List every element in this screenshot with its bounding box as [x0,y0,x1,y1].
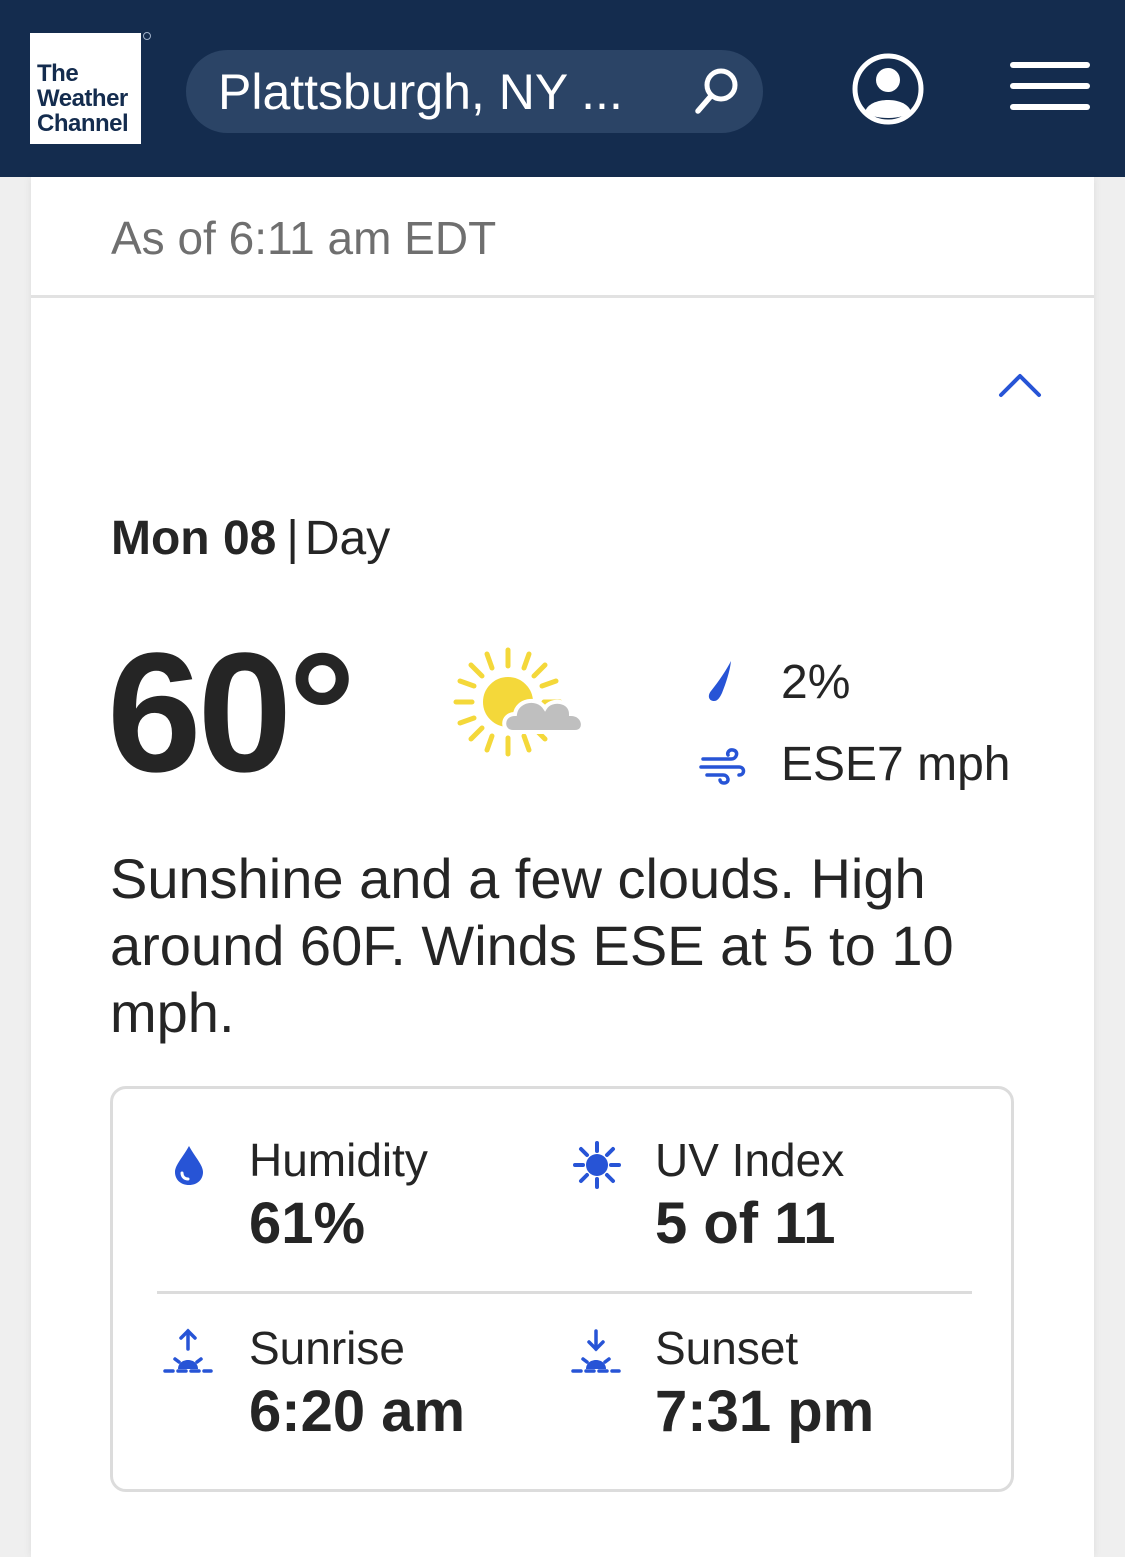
forecast-narrative: Sunshine and a few clouds. High around 6… [110,847,954,1044]
day-period: Day [304,512,391,565]
humidity-label: Humidity [249,1134,428,1186]
details-table: Humidity 61% UV Index 5 of 11 Sunrise 6:… [110,1086,1014,1492]
sun-with-clouds-icon [453,647,585,757]
wind-speed: ESE7 mph [781,738,1011,791]
account-icon[interactable] [851,52,925,126]
daily-forecast-card: As of 6:11 am EDT Mon 08 | Day 60° 2% ES… [31,177,1094,1557]
wind-icon [699,748,746,785]
search-icon[interactable] [692,66,740,118]
location-search-text: Plattsburgh, NY ... [218,64,623,120]
logo-line-3: Channel [37,110,129,137]
registered-mark-icon [143,32,151,40]
uv-index-value: 5 of 11 [655,1191,836,1256]
site-header: The Weather Channel Plattsburgh, NY ... [0,0,1125,177]
logo-line-2: Weather [37,85,128,112]
logo-line-1: The [37,60,79,87]
sunrise-label: Sunrise [249,1322,405,1374]
details-divider [157,1291,972,1294]
uv-index-label: UV Index [655,1134,845,1186]
humidity-drop-icon [175,1146,203,1185]
sunset-label: Sunset [655,1322,799,1374]
sunset-value: 7:31 pm [655,1379,875,1444]
day-heading: Mon 08 | Day [111,511,390,567]
weather-channel-logo[interactable]: The Weather Channel [30,33,141,144]
as-of-timestamp: As of 6:11 am EDT [111,212,497,264]
precip-chance: 2% [781,656,851,709]
temperature-value: 60° [107,618,356,808]
sunset-icon [571,1329,621,1373]
chevron-up-icon[interactable] [998,372,1042,398]
uv-sun-icon [573,1141,621,1189]
day-date: Mon 08 [111,512,277,565]
menu-icon[interactable] [1010,62,1090,112]
day-separator: | [286,512,299,565]
sunrise-value: 6:20 am [249,1379,466,1444]
raindrop-icon [708,661,731,701]
humidity-value: 61% [249,1191,366,1256]
location-search-bar[interactable]: Plattsburgh, NY ... [186,50,763,133]
card-divider [31,295,1094,298]
sunrise-icon [163,1328,213,1373]
